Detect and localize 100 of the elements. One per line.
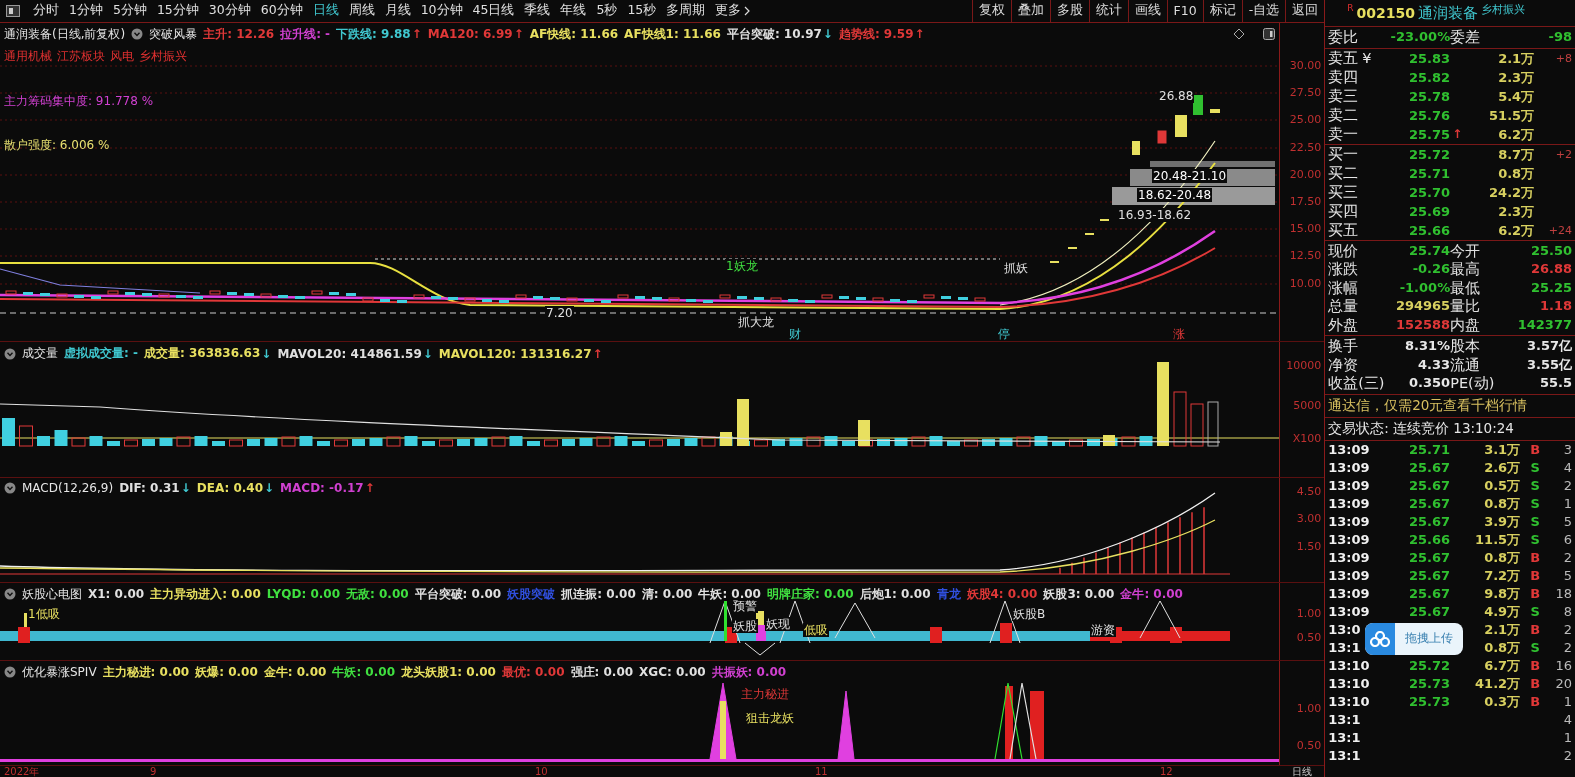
- order-volume: 2.1万: [1497, 49, 1535, 68]
- toolbar-button[interactable]: 标记: [1202, 0, 1242, 22]
- period-tab[interactable]: 5秒: [591, 2, 623, 20]
- period-label: 日线: [1291, 766, 1314, 777]
- toolbar-button[interactable]: F10: [1166, 0, 1203, 22]
- period-tab[interactable]: 分时: [28, 2, 64, 20]
- quote-field: 收益(三): [1328, 374, 1387, 393]
- more-menu[interactable]: 更多: [710, 2, 757, 20]
- order-price: 25.72: [1408, 145, 1451, 164]
- quote-field: 委比: [1328, 28, 1375, 47]
- indicator-name: 成交量: [22, 345, 58, 363]
- chart-annotation: 低吸: [803, 622, 829, 637]
- chart-annotation: 涨: [1172, 326, 1186, 341]
- quote-field: 涨幅: [1328, 278, 1375, 297]
- period-tab[interactable]: 日线: [307, 2, 344, 20]
- period-tab[interactable]: 年线: [555, 2, 592, 20]
- quote-field: 净资: [1328, 355, 1387, 374]
- order-price: 25.66: [1408, 221, 1451, 240]
- toolbar-button[interactable]: 多股: [1049, 0, 1089, 22]
- dropdown-icon[interactable]: [4, 347, 16, 360]
- order-level-label: 买二: [1328, 163, 1360, 183]
- order-volume: 0.8万: [1497, 164, 1535, 183]
- toolbar-button[interactable]: 复权: [971, 0, 1011, 22]
- order-change: +8: [1554, 50, 1572, 67]
- indicator-value: AF快线1: 11.66: [624, 25, 721, 43]
- trade-count: 2: [1562, 746, 1572, 765]
- period-tab[interactable]: 30分钟: [203, 2, 256, 20]
- toolbar-button[interactable]: 画线: [1127, 0, 1167, 22]
- signal-spike: [837, 690, 855, 760]
- sector-tag[interactable]: 江苏板块: [57, 47, 105, 65]
- trade-side: B: [1529, 566, 1542, 585]
- signal-bar: [1030, 690, 1044, 759]
- period-tab[interactable]: 季线: [519, 2, 556, 20]
- quote-field: 最高: [1450, 260, 1497, 279]
- quote-field: 26.88: [1496, 260, 1572, 279]
- period-tab[interactable]: 60分钟: [255, 2, 308, 20]
- panel-toggle-icon[interactable]: [6, 4, 20, 17]
- order-change: +2: [1554, 146, 1572, 163]
- indicator-value: 趋势线: 9.59: [838, 25, 914, 43]
- trade-time: 13:09: [1328, 548, 1371, 567]
- signal-bar: [720, 700, 726, 759]
- quote-field: 25.74: [1374, 241, 1451, 260]
- quote-field: 外盘: [1328, 315, 1375, 334]
- dropdown-icon[interactable]: [4, 588, 16, 601]
- indicator-value: 金牛: 0.00: [1120, 585, 1183, 603]
- period-tab[interactable]: 5分钟: [107, 2, 152, 20]
- indicator-value: 青龙: [936, 585, 961, 603]
- currency-sign: ¥: [1362, 48, 1373, 68]
- sector-tag[interactable]: 通用机械: [4, 47, 52, 65]
- indicator-value: XGC: 0.00: [639, 665, 706, 680]
- trade-time: 13:10: [1328, 674, 1371, 693]
- period-tab[interactable]: 10分钟: [415, 2, 468, 20]
- trade-volume: 0.3万: [1483, 692, 1521, 711]
- trade-side: S: [1529, 638, 1541, 657]
- order-level-label: 买四: [1328, 201, 1360, 221]
- period-tab[interactable]: 多周期: [661, 2, 711, 20]
- trend-arrow: ↓: [822, 27, 833, 42]
- indicator-value: 强庄: 0.00: [570, 663, 634, 681]
- panel-toggle-icon[interactable]: [1263, 28, 1276, 41]
- trade-time: 13:1: [1328, 638, 1362, 657]
- toolbar-button[interactable]: 叠加: [1010, 0, 1050, 22]
- trade-count: 18: [1554, 584, 1572, 603]
- period-tab[interactable]: 1分钟: [64, 2, 108, 20]
- order-level-label: 卖四: [1328, 67, 1360, 87]
- order-volume: 5.4万: [1497, 87, 1535, 106]
- toolbar-button[interactable]: -自选: [1241, 0, 1286, 22]
- order-volume: 51.5万: [1488, 106, 1535, 125]
- sector-tag[interactable]: 风电: [110, 47, 134, 65]
- period-tab[interactable]: 15秒: [622, 2, 662, 20]
- period-tab[interactable]: 45日线: [467, 2, 520, 20]
- promo-link[interactable]: 通达信，仅需20元查看千档行情: [1328, 396, 1528, 413]
- signal-spike-line: [744, 642, 776, 656]
- upload-button[interactable]: 拖拽上传: [1365, 622, 1464, 655]
- toolbar-button[interactable]: 统计: [1088, 0, 1128, 22]
- axis-label: 3.00: [1296, 511, 1322, 526]
- quote-field: 股本: [1450, 337, 1501, 356]
- trade-time: 13:09: [1328, 512, 1371, 531]
- indicator-name: 妖股心电图: [22, 585, 82, 603]
- period-tab[interactable]: 周线: [343, 2, 380, 20]
- axis-label: 17.50: [1289, 194, 1322, 209]
- diamond-icon[interactable]: [1233, 28, 1246, 41]
- order-level-label: 买一: [1328, 144, 1360, 164]
- date-label: 2022年: [4, 766, 40, 777]
- dropdown-icon[interactable]: [131, 28, 144, 41]
- trade-time: 13:1: [1328, 728, 1362, 747]
- period-tab[interactable]: 15分钟: [151, 2, 204, 20]
- concept-tag: 乡村振兴: [1480, 2, 1525, 17]
- quote-field: 25.25: [1496, 278, 1572, 297]
- trade-volume: 2.1万: [1483, 620, 1521, 639]
- trade-side: B: [1529, 548, 1542, 567]
- sector-tag[interactable]: 乡村振兴: [139, 47, 187, 65]
- period-tab[interactable]: 月线: [379, 2, 416, 20]
- indicator-value: MAVOL120: 131316.27: [438, 346, 592, 361]
- signal-bar: [724, 600, 727, 641]
- dropdown-icon[interactable]: [4, 666, 16, 679]
- trade-price: 25.67: [1408, 584, 1451, 603]
- dropdown-icon[interactable]: [4, 481, 16, 494]
- indicator-value: 妖股3: 0.00: [1043, 585, 1115, 603]
- trade-volume: 3.1万: [1483, 440, 1521, 459]
- toolbar-button[interactable]: 返回: [1285, 0, 1325, 22]
